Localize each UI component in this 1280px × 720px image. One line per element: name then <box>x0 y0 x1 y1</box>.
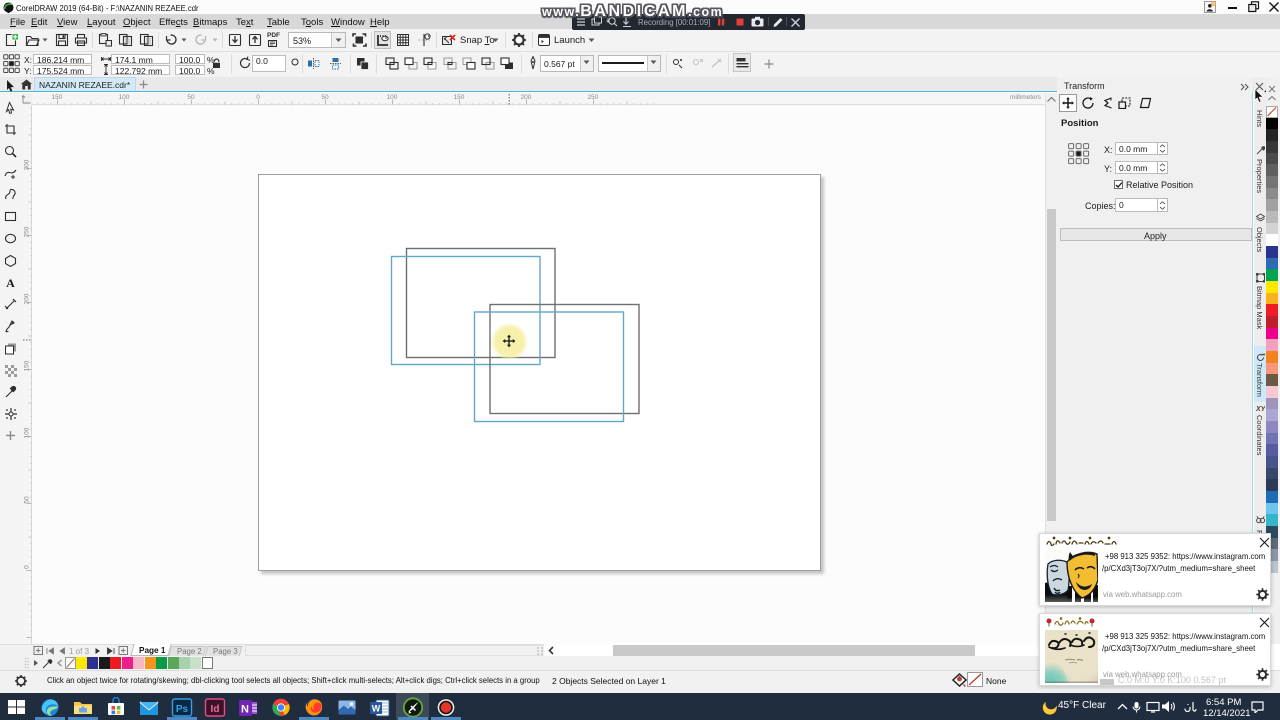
svg-text:50: 50 <box>24 496 31 504</box>
svg-text:100: 100 <box>24 427 31 438</box>
svg-text:250: 250 <box>24 226 31 237</box>
svg-text:200: 200 <box>24 293 31 304</box>
svg-text:A: A <box>6 276 15 290</box>
svg-text:W: W <box>371 704 380 714</box>
svg-text:150: 150 <box>24 360 31 371</box>
svg-text:0: 0 <box>24 565 31 569</box>
svg-text:Id: Id <box>210 704 219 715</box>
svg-text:Ps: Ps <box>175 704 188 715</box>
svg-text:XY: XY <box>1256 406 1265 413</box>
svg-text:300: 300 <box>24 159 31 170</box>
svg-text:N: N <box>241 704 249 716</box>
